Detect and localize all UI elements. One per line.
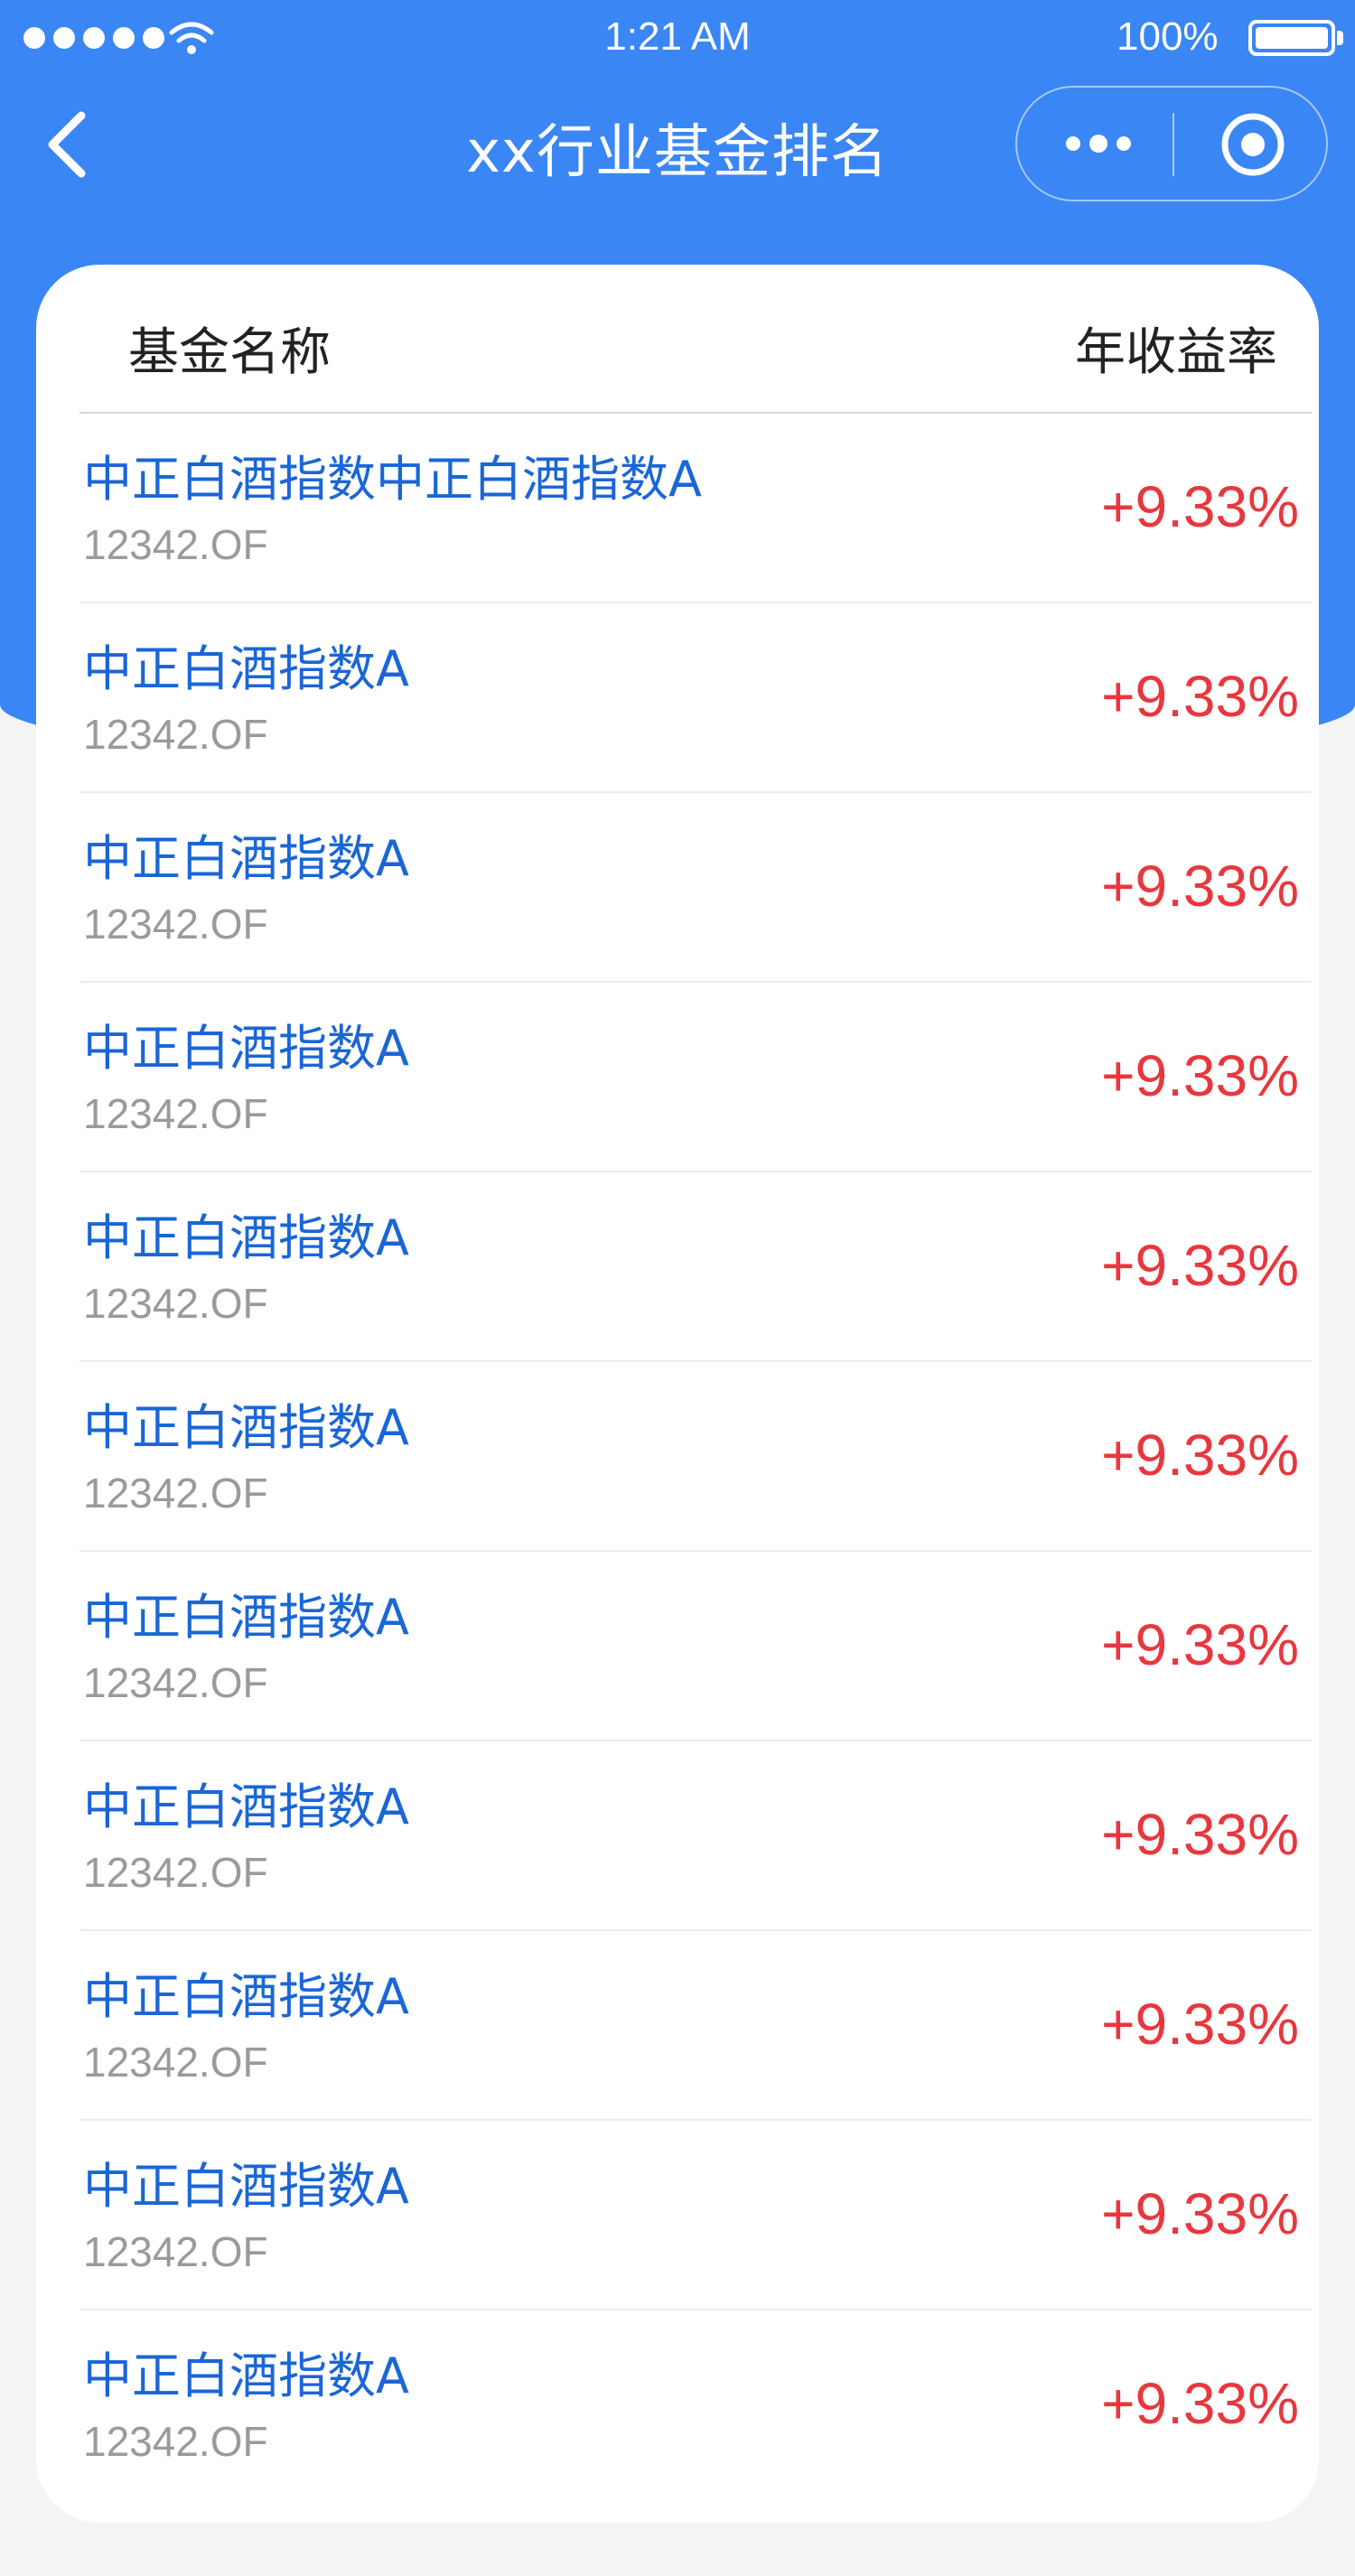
fund-name: 中正白酒指数A <box>83 1020 409 1077</box>
fund-rate: +9.33% <box>1101 1802 1299 1867</box>
fund-code: 12342.OF <box>83 2418 268 2465</box>
fund-row[interactable]: 中正白酒指数A 12342.OF +9.33% <box>79 793 1312 983</box>
fund-rate: +9.33% <box>1101 854 1299 919</box>
column-header-name: 基金名称 <box>128 323 331 382</box>
fund-row[interactable]: 中正白酒指数A 12342.OF +9.33% <box>79 2121 1312 2310</box>
battery-icon <box>1248 20 1335 56</box>
fund-code: 12342.OF <box>83 901 268 947</box>
fund-row[interactable]: 中正白酒指数A 12342.OF +9.33% <box>79 1172 1312 1362</box>
fund-name: 中正白酒指数A <box>83 2347 409 2404</box>
fund-code: 12342.OF <box>83 1090 268 1137</box>
table-header: 基金名称 年收益率 <box>36 265 1319 414</box>
fund-name: 中正白酒指数中正白酒指数A <box>83 451 702 508</box>
fund-row[interactable]: 中正白酒指数中正白酒指数A 12342.OF +9.33% <box>79 414 1312 603</box>
fund-rate: +9.33% <box>1101 474 1299 539</box>
fund-list: 中正白酒指数中正白酒指数A 12342.OF +9.33% 中正白酒指数A 12… <box>79 414 1312 2500</box>
fund-row[interactable]: 中正白酒指数A 12342.OF +9.33% <box>79 1741 1312 1931</box>
fund-rate: +9.33% <box>1101 1233 1299 1298</box>
fund-rate: +9.33% <box>1101 664 1299 729</box>
capsule-menu <box>1015 86 1328 201</box>
fund-name: 中正白酒指数A <box>83 1589 409 1646</box>
status-bar: 1:21 AM 100% <box>0 0 1355 76</box>
fund-rate: +9.33% <box>1101 1043 1299 1108</box>
fund-row[interactable]: 中正白酒指数A 12342.OF +9.33% <box>79 2310 1312 2500</box>
fund-row[interactable]: 中正白酒指数A 12342.OF +9.33% <box>79 1931 1312 2121</box>
fund-code: 12342.OF <box>83 1280 268 1327</box>
battery-tip <box>1337 31 1343 45</box>
fund-code: 12342.OF <box>83 1470 268 1517</box>
fund-rate: +9.33% <box>1101 2181 1299 2246</box>
more-dots-icon[interactable] <box>1062 127 1135 160</box>
fund-name: 中正白酒指数A <box>83 1399 409 1456</box>
fund-name: 中正白酒指数A <box>83 1209 409 1266</box>
fund-code: 12342.OF <box>83 2039 268 2086</box>
fund-name: 中正白酒指数A <box>83 1778 409 1835</box>
fund-code: 12342.OF <box>83 1659 268 1706</box>
fund-row[interactable]: 中正白酒指数A 12342.OF +9.33% <box>79 983 1312 1172</box>
fund-name: 中正白酒指数A <box>83 830 409 887</box>
capsule-divider <box>1173 113 1174 176</box>
fund-row[interactable]: 中正白酒指数A 12342.OF +9.33% <box>79 1552 1312 1741</box>
fund-row[interactable]: 中正白酒指数A 12342.OF +9.33% <box>79 603 1312 793</box>
page: 1:21 AM 100% xx行业基金排名 基金名称 年收益率 中正白酒指数中正… <box>0 0 1355 2576</box>
fund-rate: +9.33% <box>1101 1423 1299 1488</box>
column-header-rate[interactable]: 年收益率 <box>1075 312 1277 385</box>
fund-name: 中正白酒指数A <box>83 1968 409 2025</box>
fund-code: 12342.OF <box>83 2228 268 2275</box>
fund-code: 12342.OF <box>83 521 268 568</box>
fund-rate: +9.33% <box>1101 1992 1299 2057</box>
fund-name: 中正白酒指数A <box>83 640 409 697</box>
fund-code: 12342.OF <box>83 711 268 758</box>
fund-name: 中正白酒指数A <box>83 2158 409 2215</box>
fund-code: 12342.OF <box>83 1849 268 1896</box>
fund-ranking-card: 基金名称 年收益率 中正白酒指数中正白酒指数A 12342.OF +9.33% … <box>36 265 1319 2523</box>
battery-percent: 100% <box>1117 14 1219 59</box>
fund-rate: +9.33% <box>1101 2371 1299 2436</box>
fund-rate: +9.33% <box>1101 1612 1299 1677</box>
fund-row[interactable]: 中正白酒指数A 12342.OF +9.33% <box>79 1362 1312 1552</box>
target-icon[interactable] <box>1218 109 1288 180</box>
